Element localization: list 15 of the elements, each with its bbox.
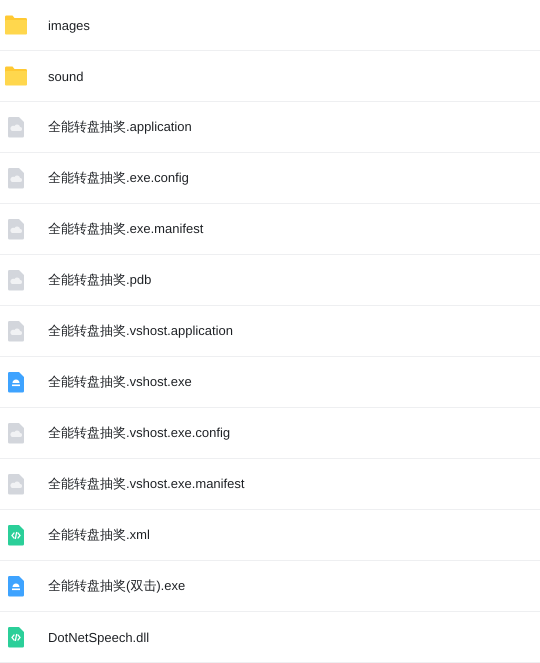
folder-icon — [4, 15, 28, 35]
file-name[interactable]: 全能转盘抽奖(双击).exe — [48, 577, 186, 595]
file-name[interactable]: 全能转盘抽奖.vshost.exe.config — [48, 424, 230, 442]
file-name[interactable]: 全能转盘抽奖.xml — [48, 526, 150, 544]
file-name[interactable]: 全能转盘抽奖.pdb — [48, 271, 152, 289]
file-name[interactable]: sound — [48, 68, 84, 84]
file-name[interactable]: images — [48, 18, 90, 32]
file-name[interactable]: 全能转盘抽奖.exe.manifest — [48, 220, 204, 238]
file-name[interactable]: 全能转盘抽奖.exe.config — [48, 169, 189, 187]
file-name[interactable]: 全能转盘抽奖.vshost.application — [48, 322, 233, 340]
file-name[interactable]: 全能转盘抽奖.vshost.exe.manifest — [48, 475, 244, 493]
file-name[interactable]: 全能转盘抽奖.vshost.exe — [48, 373, 192, 391]
folder-icon — [4, 66, 28, 86]
file-name[interactable]: 全能转盘抽奖.application — [48, 118, 192, 136]
file-name[interactable]: DotNetSpeech.dll — [48, 630, 150, 644]
